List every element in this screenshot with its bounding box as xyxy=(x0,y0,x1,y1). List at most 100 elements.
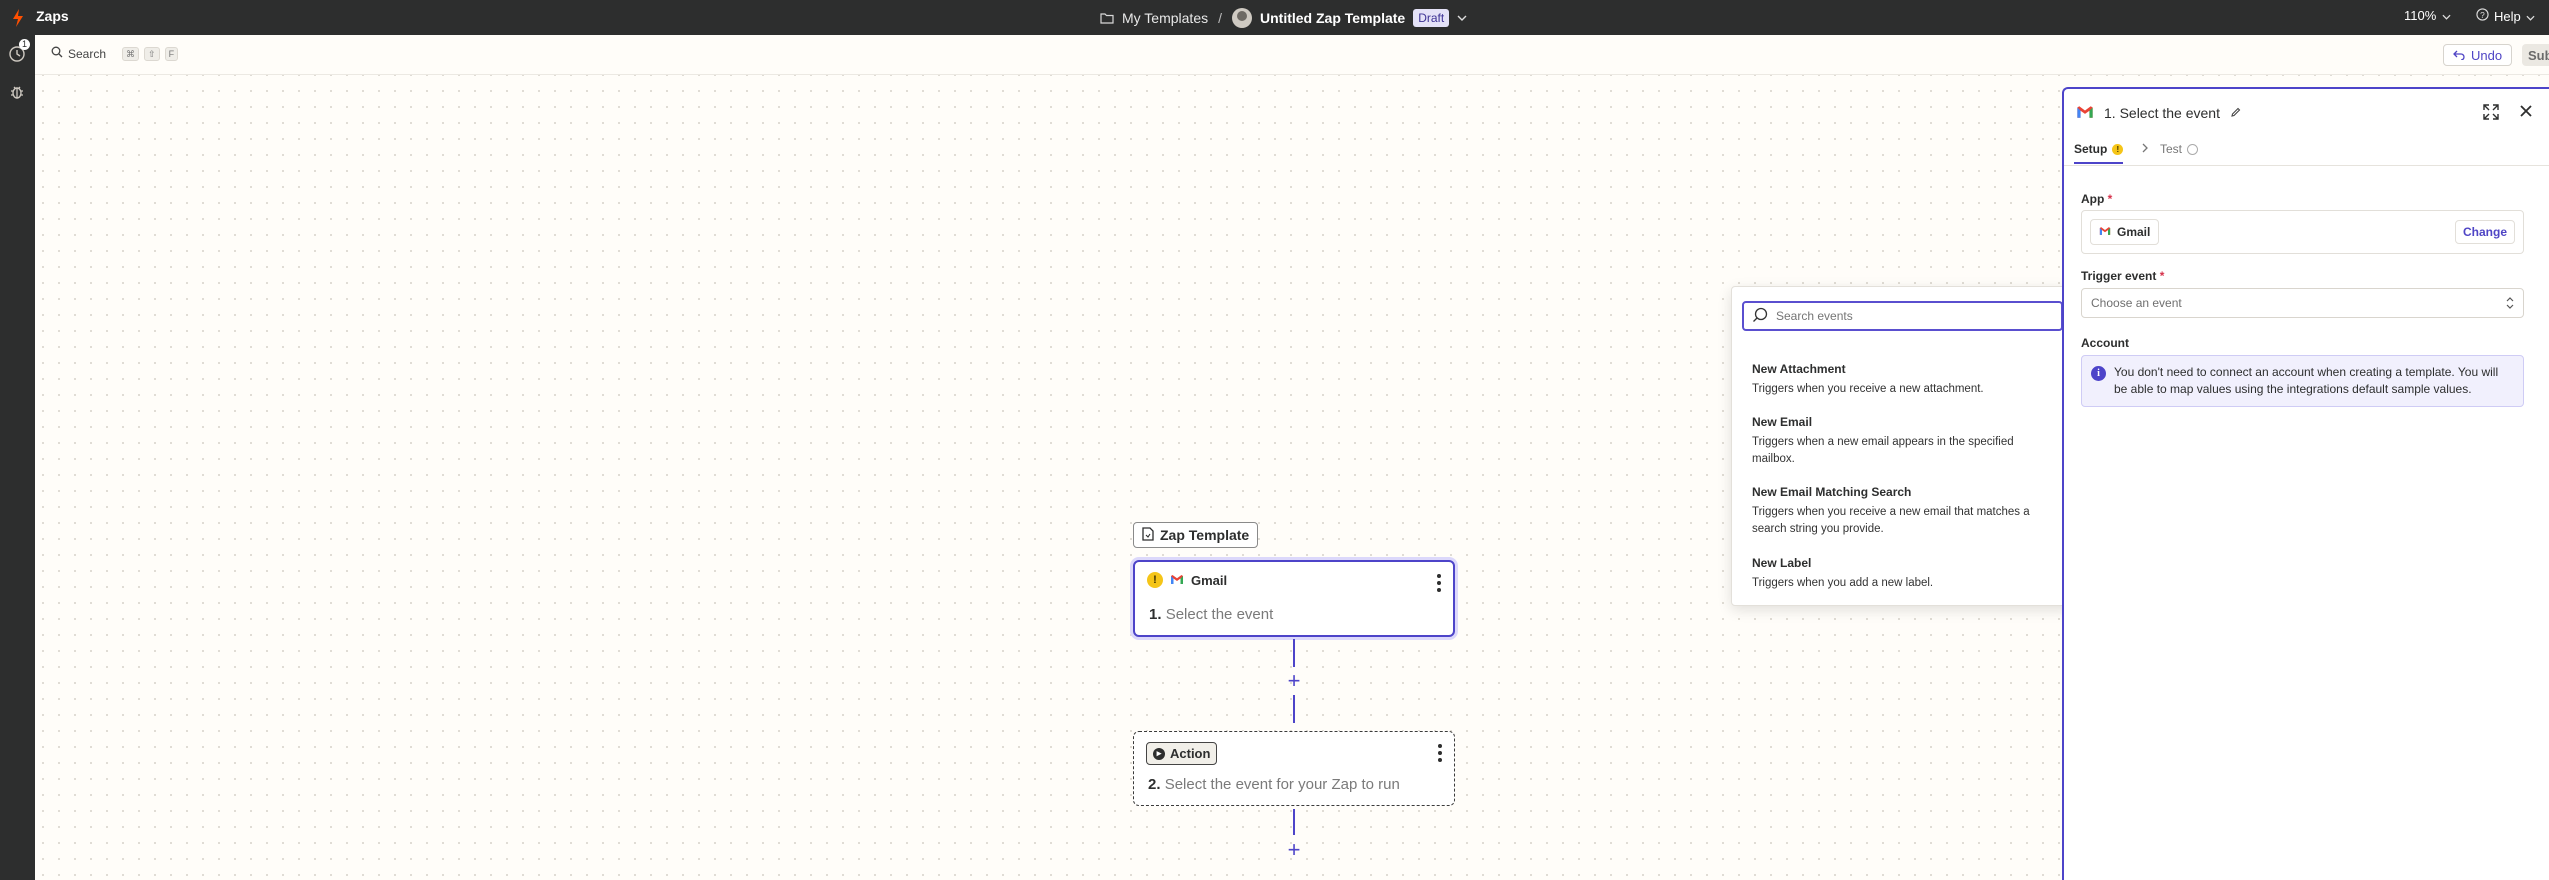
add-step-button[interactable]: + xyxy=(1284,670,1304,692)
step-description: Select the event xyxy=(1165,606,1274,623)
avatar xyxy=(1232,7,1252,28)
document-icon xyxy=(1142,526,1154,544)
more-options-icon[interactable] xyxy=(1438,744,1442,762)
warning-icon: ! xyxy=(1147,572,1163,588)
event-option[interactable]: New Attachment Triggers when you receive… xyxy=(1752,362,2052,398)
tab-setup-label: Setup xyxy=(2074,142,2108,156)
required-mark: * xyxy=(2159,269,2165,283)
app-title[interactable]: Zaps xyxy=(36,8,69,24)
gmail-icon xyxy=(2076,105,2094,122)
canvas-toolbar: Search ⌘ ⇧ F Undo Submit xyxy=(35,35,2549,75)
help-label: Help xyxy=(2494,8,2521,24)
action-step-text: 2. Select the event for your Zap to run xyxy=(1148,776,1400,793)
info-icon: i xyxy=(2091,366,2106,381)
left-rail: 1 xyxy=(0,35,35,880)
select-arrows-icon xyxy=(2506,296,2514,313)
svg-text:?: ? xyxy=(2480,10,2485,20)
zapier-bolt-icon[interactable] xyxy=(12,8,24,28)
panel-header: 1. Select the event xyxy=(2076,101,2537,125)
trigger-step-card[interactable]: ! Gmail 1. Select the event xyxy=(1133,560,1455,637)
zoom-control[interactable]: 110% xyxy=(2404,8,2451,23)
zap-name[interactable]: Untitled Zap Template xyxy=(1260,10,1405,26)
trigger-event-select[interactable]: Choose an event xyxy=(2081,288,2524,318)
shortcut-key: F xyxy=(164,46,179,61)
event-dropdown: New Attachment Triggers when you receive… xyxy=(1731,286,2072,606)
history-badge: 1 xyxy=(19,39,31,50)
expand-icon[interactable] xyxy=(2483,104,2499,123)
account-info-text: You don't need to connect an account whe… xyxy=(2114,365,2499,396)
undo-label: Undo xyxy=(2471,47,2503,63)
action-step-card[interactable]: ▸ Action 2. Select the event for your Za… xyxy=(1133,731,1455,806)
trigger-step-text: 1. Select the event xyxy=(1149,606,1273,623)
chevron-right-icon xyxy=(2142,142,2149,156)
trigger-event-label: Trigger event * xyxy=(2081,269,2164,283)
add-step-button[interactable]: + xyxy=(1284,839,1304,861)
account-info-box: i You don't need to connect an account w… xyxy=(2081,355,2524,407)
app-field: Gmail Change xyxy=(2081,210,2524,254)
event-search-input[interactable] xyxy=(1776,309,2046,323)
event-search-field[interactable] xyxy=(1742,301,2063,331)
step-description: Select the event for your Zap to run xyxy=(1164,776,1400,793)
history-icon[interactable]: 1 xyxy=(8,39,31,65)
trigger-step-header: ! Gmail xyxy=(1147,572,1227,588)
search-icon xyxy=(51,46,63,61)
gmail-icon xyxy=(2099,225,2111,239)
change-app-button[interactable]: Change xyxy=(2454,220,2515,244)
breadcrumb-separator: / xyxy=(1218,9,1222,26)
action-chip: ▸ Action xyxy=(1146,742,1218,765)
chevron-down-icon[interactable] xyxy=(1457,15,1467,21)
shortcut-key: ⇧ xyxy=(144,46,160,61)
chevron-down-icon xyxy=(2526,9,2535,24)
required-mark: * xyxy=(2107,192,2113,206)
app-field-label: App * xyxy=(2081,192,2112,206)
event-option-description: Triggers when a new email appears in the… xyxy=(1752,436,2014,465)
event-option-title: New Email Matching Search xyxy=(1752,485,1912,499)
panel-title: 1. Select the event xyxy=(2104,105,2220,121)
trigger-event-placeholder: Choose an event xyxy=(2091,296,2182,310)
search-icon xyxy=(1752,307,1768,326)
breadcrumb: My Templates / Untitled Zap Template Dra… xyxy=(1100,0,1467,35)
bug-icon[interactable] xyxy=(8,83,28,103)
warning-icon: ! xyxy=(2112,143,2124,155)
connector-line xyxy=(1293,809,1295,835)
top-bar: Zaps My Templates / Untitled Zap Templat… xyxy=(0,0,2549,35)
connector-line xyxy=(1293,639,1295,667)
clock-icon xyxy=(2187,143,2199,155)
event-option[interactable]: New Label Triggers when you add a new la… xyxy=(1752,556,2052,592)
shortcut-key: ⌘ xyxy=(122,46,140,61)
event-option-title: New Label xyxy=(1752,556,1812,570)
selected-app-chip: Gmail xyxy=(2090,219,2160,245)
panel-tabs: Setup ! Test xyxy=(2064,138,2549,166)
status-badge: Draft xyxy=(1413,8,1450,27)
close-icon[interactable] xyxy=(2519,104,2533,121)
more-options-icon[interactable] xyxy=(1437,574,1441,592)
undo-icon xyxy=(2453,48,2465,63)
event-option-description: Triggers when you receive a new email th… xyxy=(1752,506,2030,535)
step-number: 2. xyxy=(1148,776,1161,793)
zoom-value: 110% xyxy=(2404,8,2437,23)
event-option[interactable]: New Email Triggers when a new email appe… xyxy=(1752,415,2052,468)
edit-pencil-icon[interactable] xyxy=(2230,105,2241,121)
selected-app-name: Gmail xyxy=(2117,225,2151,239)
undo-button[interactable]: Undo xyxy=(2443,44,2513,66)
account-label: Account xyxy=(2081,336,2129,350)
event-option-description: Triggers when you add a new label. xyxy=(1752,577,1934,589)
tab-setup[interactable]: Setup ! xyxy=(2074,142,2124,164)
event-option[interactable]: New Email Matching Search Triggers when … xyxy=(1752,485,2052,538)
action-chip-label: Action xyxy=(1170,746,1211,761)
submit-button[interactable]: Submit xyxy=(2522,44,2549,66)
step-number: 1. xyxy=(1149,606,1162,623)
folder-icon xyxy=(1100,12,1114,24)
breadcrumb-folder[interactable]: My Templates xyxy=(1122,10,1208,26)
zap-template-tag[interactable]: Zap Template xyxy=(1133,522,1259,548)
tab-test[interactable]: Test xyxy=(2160,142,2199,156)
canvas-search-button[interactable]: Search ⌘ ⇧ F xyxy=(51,46,179,61)
gmail-icon xyxy=(1170,573,1184,588)
zap-template-label: Zap Template xyxy=(1160,527,1250,543)
event-option-title: New Email xyxy=(1752,415,1813,429)
help-menu[interactable]: ? Help xyxy=(2476,8,2535,24)
trigger-label-text: Trigger event xyxy=(2081,269,2157,283)
help-icon: ? xyxy=(2476,8,2489,24)
tab-test-label: Test xyxy=(2160,142,2183,156)
connector-line xyxy=(1293,695,1295,723)
